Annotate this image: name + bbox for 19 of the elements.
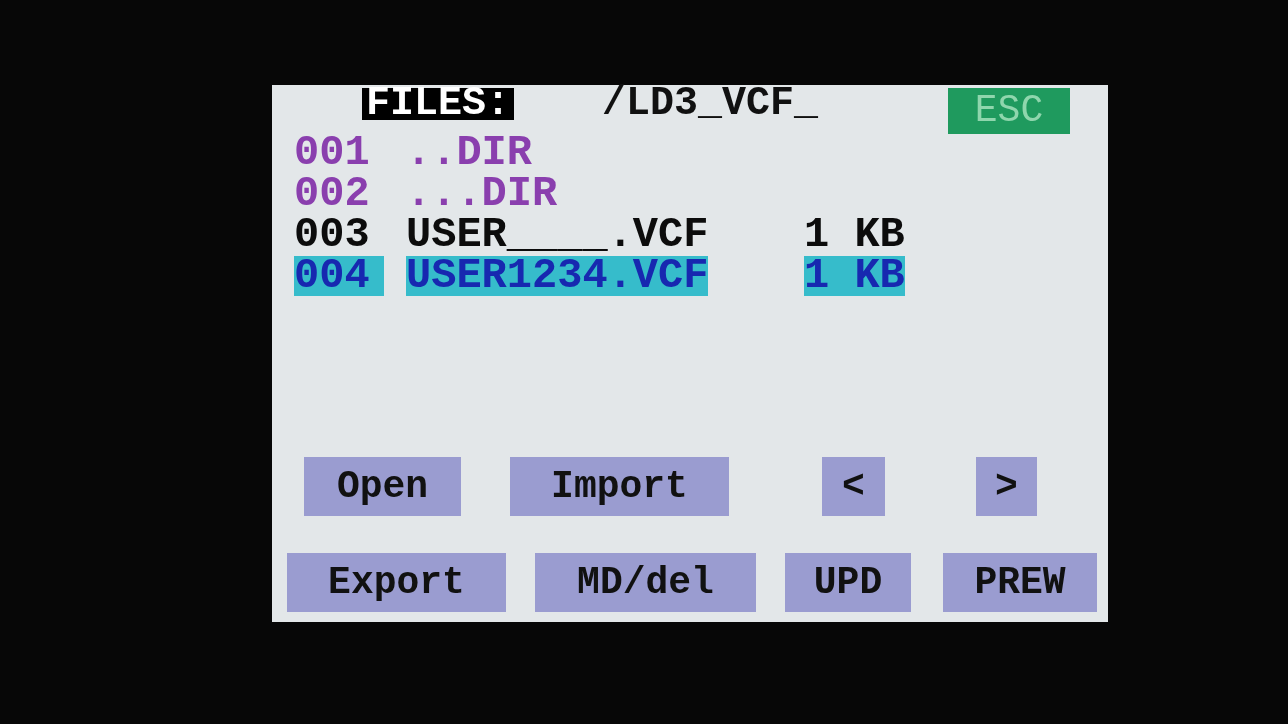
soft-key-button[interactable]: Import	[510, 457, 729, 516]
file-name[interactable]: ...DIR	[406, 173, 558, 214]
soft-key-button[interactable]: >	[976, 457, 1037, 516]
file-name[interactable]: ..DIR	[406, 132, 533, 173]
soft-key-button[interactable]: PREW	[943, 553, 1097, 612]
file-size: 1 KB	[804, 214, 905, 255]
soft-key-button[interactable]: UPD	[785, 553, 911, 612]
file-name[interactable]: USER____.VCF	[406, 214, 709, 255]
soft-key-button[interactable]: Export	[287, 553, 506, 612]
soft-key-button[interactable]: Open	[304, 457, 461, 516]
soft-key-button[interactable]: MD/del	[535, 553, 756, 612]
soft-key-button[interactable]: <	[822, 457, 885, 516]
file-number: 003	[294, 214, 371, 255]
file-number: 004	[294, 255, 384, 296]
screen-title: FILES:	[362, 88, 515, 120]
file-number: 002	[294, 173, 371, 214]
file-size: 1 KB	[804, 255, 905, 296]
file-name[interactable]: USER1234.VCF	[406, 255, 709, 296]
file-number: 001	[294, 132, 371, 173]
